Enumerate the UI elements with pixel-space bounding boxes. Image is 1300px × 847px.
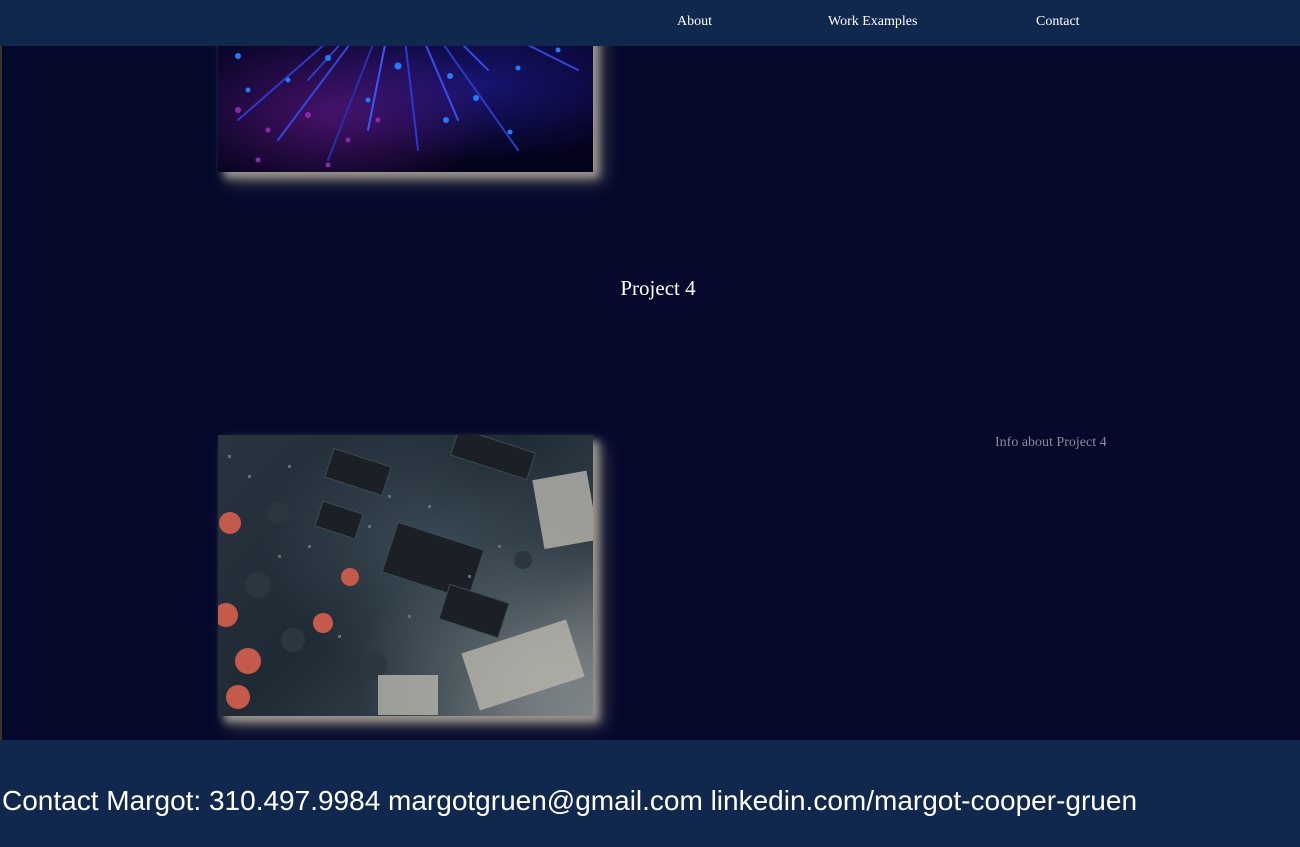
- nav-link-about[interactable]: About: [677, 14, 712, 30]
- project-4-image: [218, 435, 593, 716]
- nav-link-contact[interactable]: Contact: [1036, 14, 1080, 30]
- project-info-text: Info about Project 4: [995, 435, 1107, 450]
- nav-link-work-examples[interactable]: Work Examples: [828, 14, 917, 30]
- project-title: Project 4: [620, 276, 696, 300]
- footer-contact-text: Contact Margot: 310.497.9984 margotgruen…: [2, 785, 1138, 816]
- top-navbar: About Work Examples Contact: [0, 0, 1300, 46]
- page-edge: [0, 0, 2, 740]
